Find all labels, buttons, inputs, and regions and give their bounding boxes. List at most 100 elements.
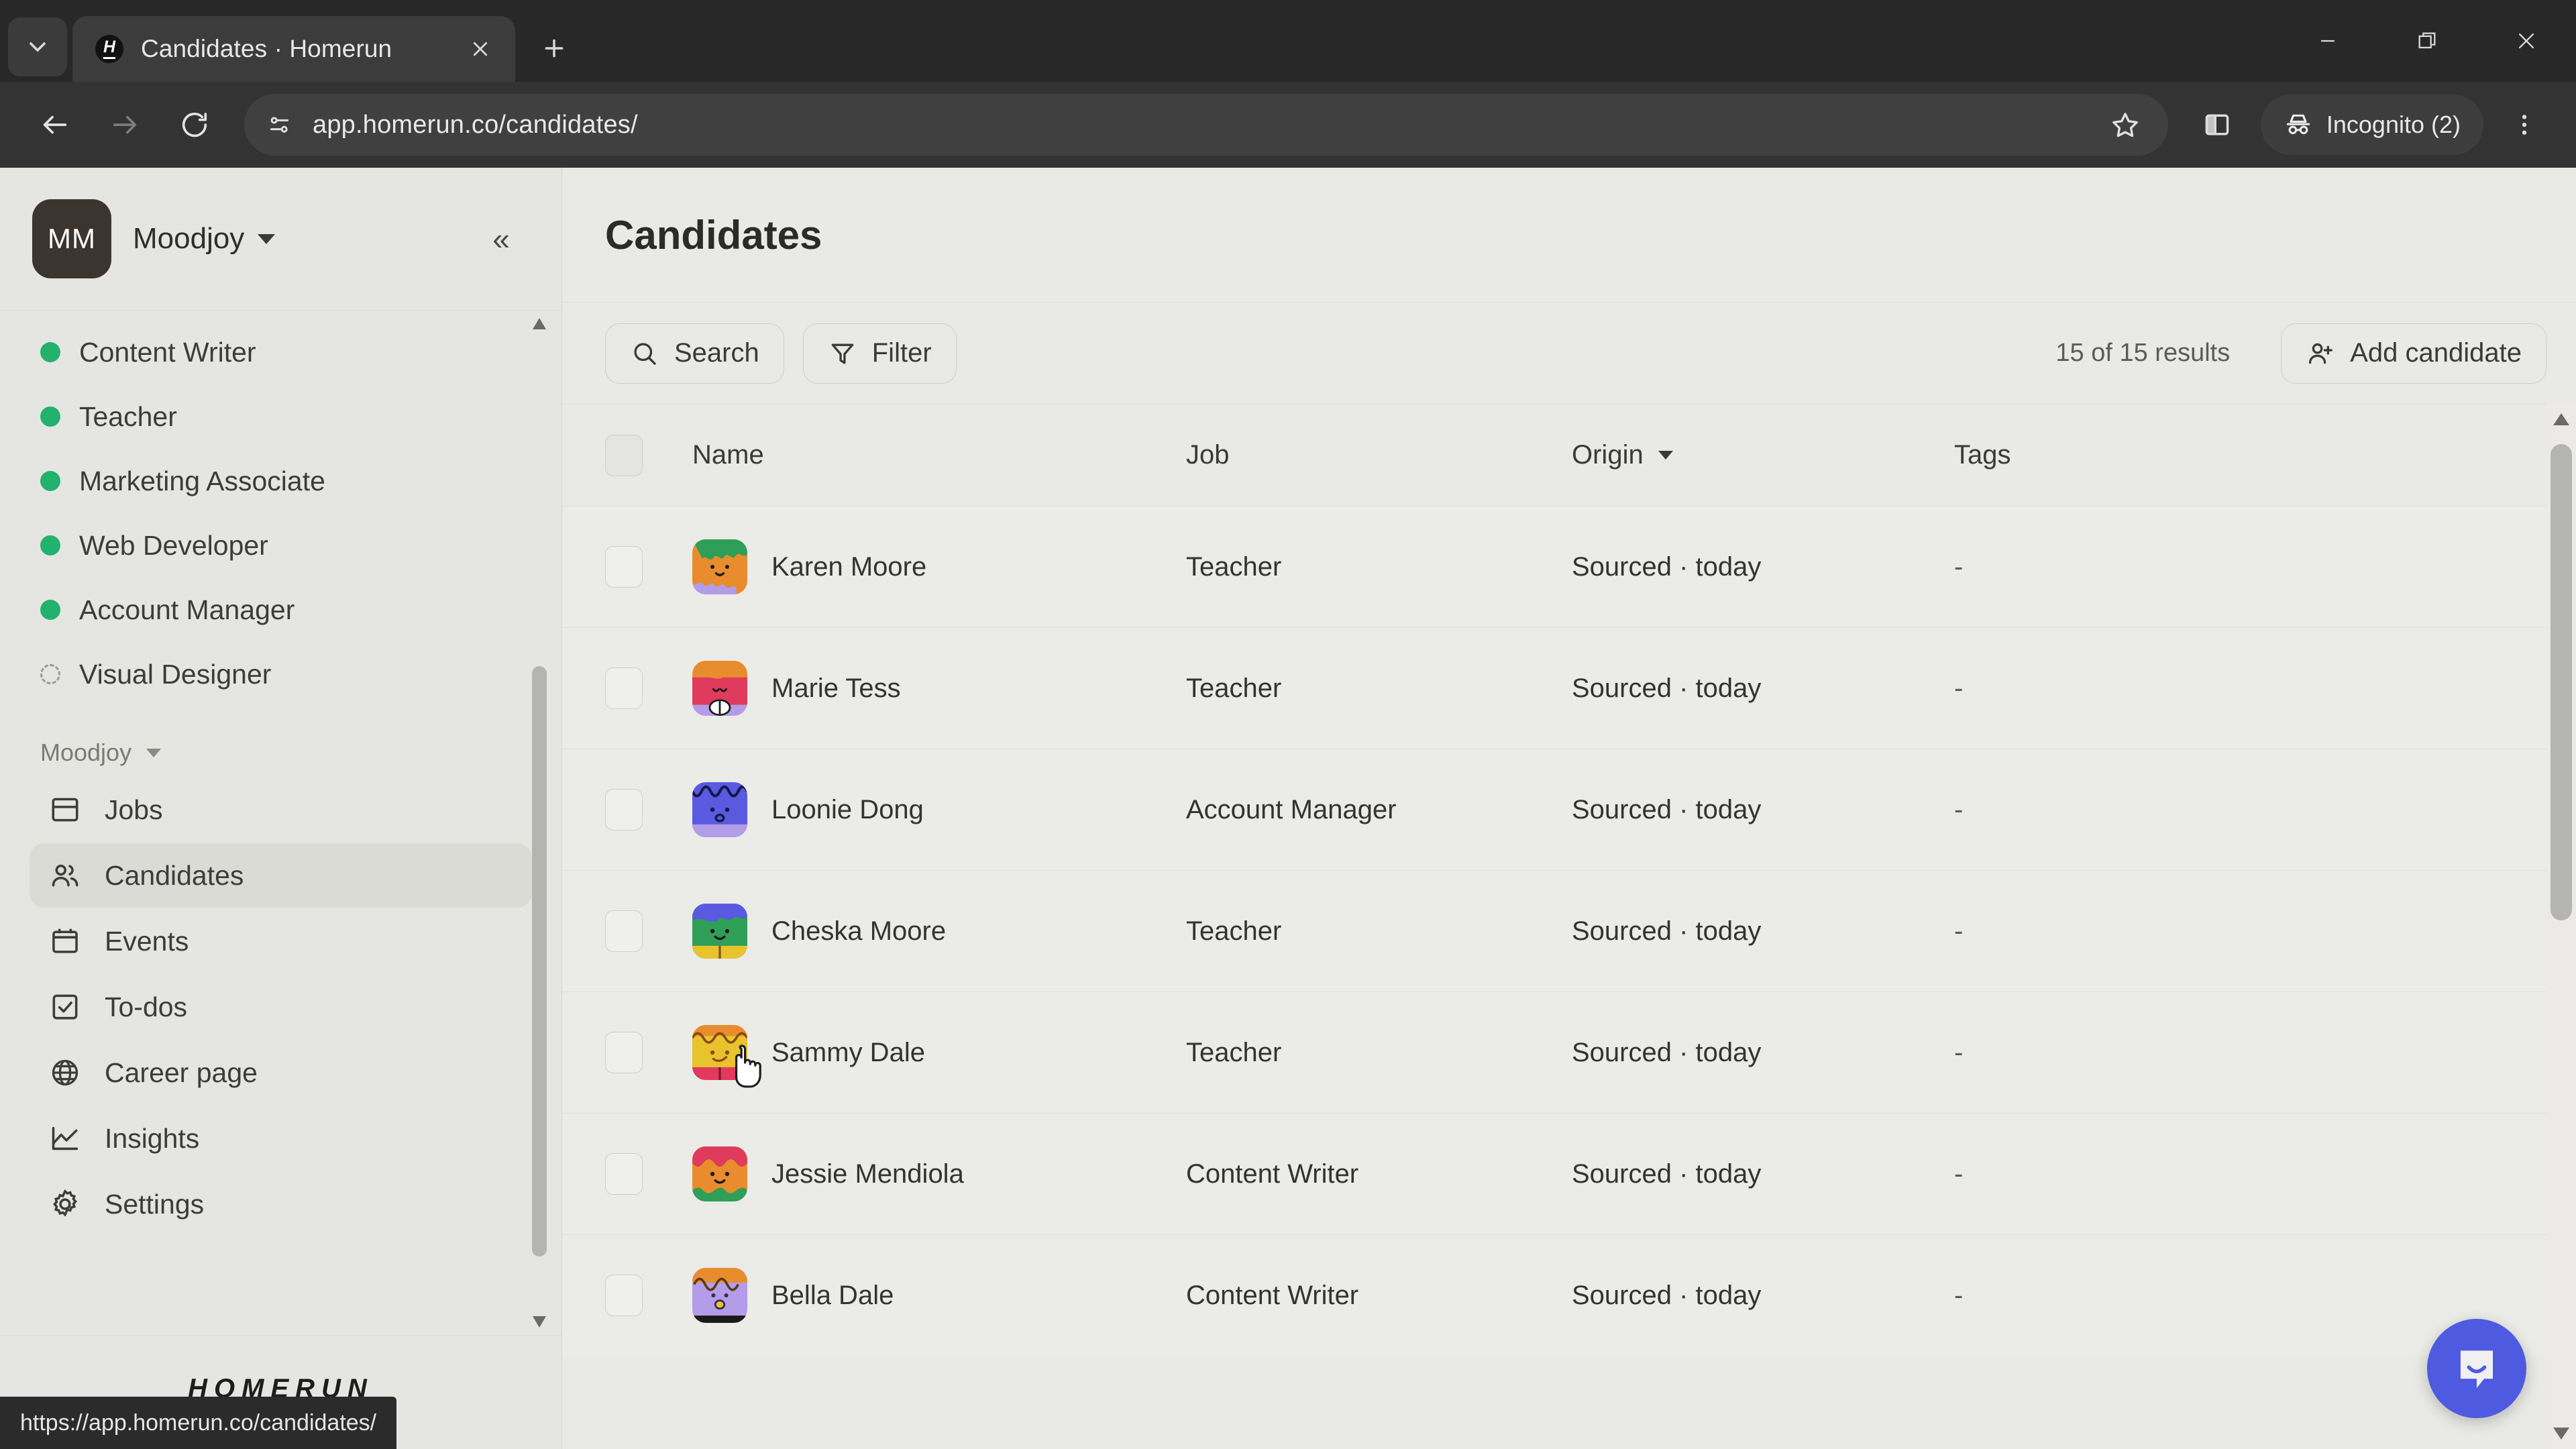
add-candidate-button[interactable]: Add candidate (2281, 323, 2546, 384)
tab-search-button[interactable] (8, 17, 67, 76)
close-window-button[interactable] (2477, 0, 2576, 82)
table-row[interactable]: Karen Moore Teacher Sourced · today - (562, 506, 2546, 627)
table-row[interactable]: Jessie Mendiola Content Writer Sourced ·… (562, 1113, 2546, 1234)
row-checkbox[interactable] (605, 1275, 643, 1316)
column-header-job[interactable]: Job (1186, 440, 1572, 470)
row-checkbox[interactable] (605, 1032, 643, 1073)
collapse-sidebar-button[interactable]: « (473, 211, 529, 267)
column-header-origin[interactable]: Origin (1572, 440, 1954, 470)
sidebar-item-settings[interactable]: Settings (30, 1172, 532, 1236)
table-row[interactable]: Loonie Dong Account Manager Sourced · to… (562, 749, 2546, 870)
sidebar-job-visual-designer[interactable]: Visual Designer (30, 642, 532, 706)
events-icon (48, 924, 82, 958)
table-row[interactable]: Bella Dale Content Writer Sourced · toda… (562, 1234, 2546, 1356)
candidate-name: Loonie Dong (771, 794, 924, 824)
avatar (692, 661, 747, 716)
sidebar-job-label: Content Writer (79, 336, 256, 368)
incognito-profile-button[interactable]: Incognito (2) (2260, 95, 2483, 155)
sidebar: MM Moodjoy « Content Writer Teacher Mark… (0, 168, 562, 1449)
candidate-origin: Sourced · today (1572, 673, 1762, 703)
row-checkbox[interactable] (605, 667, 643, 709)
sidebar-scrollbar-thumb[interactable] (532, 666, 547, 1256)
sidebar-item-jobs[interactable]: Jobs (30, 777, 532, 842)
search-button[interactable]: Search (605, 323, 784, 384)
browser-tab[interactable]: H Candidates · Homerun (72, 16, 515, 82)
forward-button[interactable] (93, 93, 157, 157)
bookmark-star-icon[interactable] (2100, 99, 2151, 150)
candidate-name: Jessie Mendiola (771, 1159, 964, 1189)
org-name: Moodjoy (133, 222, 245, 255)
sidebar-item-label: Candidates (105, 859, 244, 891)
row-checkbox[interactable] (605, 1153, 643, 1195)
candidate-name: Marie Tess (771, 673, 901, 703)
add-candidate-label: Add candidate (2350, 338, 2522, 368)
table-row[interactable]: Sammy Dale Teacher Sourced · today - (562, 991, 2546, 1113)
candidate-job: Teacher (1186, 916, 1282, 946)
status-dot-published-icon (40, 407, 60, 427)
sidebar-item-todos[interactable]: To-dos (30, 975, 532, 1039)
sidebar-job-teacher[interactable]: Teacher (30, 384, 532, 449)
sidebar-job-label: Visual Designer (79, 658, 272, 690)
table-row[interactable]: Marie Tess Teacher Sourced · today - (562, 627, 2546, 749)
sidebar-job-label: Web Developer (79, 529, 268, 561)
back-button[interactable] (23, 93, 87, 157)
sidebar-job-content-writer[interactable]: Content Writer (30, 320, 532, 384)
chat-widget-button[interactable] (2427, 1319, 2526, 1418)
close-tab-button[interactable] (462, 30, 499, 68)
row-checkbox[interactable] (605, 789, 643, 830)
candidate-job: Account Manager (1186, 794, 1397, 824)
candidate-origin: Sourced · today (1572, 916, 1762, 946)
candidate-tags: - (1954, 1037, 1964, 1067)
scroll-down-arrow-icon[interactable] (2553, 1428, 2569, 1440)
scroll-up-arrow-icon[interactable] (533, 316, 546, 329)
sidebar-item-candidates[interactable]: Candidates (30, 843, 532, 908)
candidate-tags: - (1954, 551, 1964, 582)
column-header-tags[interactable]: Tags (1954, 440, 2546, 470)
status-bar-url: https://app.homerun.co/candidates/ (0, 1397, 397, 1449)
avatar (692, 782, 747, 837)
chrome-menu-button[interactable] (2496, 96, 2553, 154)
sidebar-job-marketing-associate[interactable]: Marketing Associate (30, 449, 532, 513)
candidate-job: Teacher (1186, 673, 1282, 703)
candidate-tags: - (1954, 916, 1964, 946)
sidebar-item-events[interactable]: Events (30, 909, 532, 973)
status-dot-published-icon (40, 342, 60, 362)
table-scrollbar[interactable] (2546, 404, 2576, 1449)
sidebar-item-career-page[interactable]: Career page (30, 1040, 532, 1105)
sidebar-job-label: Account Manager (79, 594, 295, 625)
content-toolbar: Search Filter 15 of 15 results Add candi… (562, 302, 2576, 404)
side-panel-button[interactable] (2188, 96, 2246, 154)
sidebar-scroll-area: Content Writer Teacher Marketing Associa… (0, 310, 561, 1335)
filter-button[interactable]: Filter (802, 323, 957, 384)
sidebar-scrollbar[interactable] (532, 311, 547, 1335)
status-dot-draft-icon (40, 664, 60, 684)
maximize-button[interactable] (2377, 0, 2477, 82)
table-scrollbar-thumb[interactable] (2551, 444, 2572, 920)
column-header-name[interactable]: Name (692, 440, 764, 470)
candidate-origin: Sourced · today (1572, 1159, 1762, 1189)
column-header-origin-label: Origin (1572, 440, 1644, 470)
row-checkbox[interactable] (605, 546, 643, 588)
reload-button[interactable] (162, 93, 227, 157)
select-all-checkbox[interactable] (605, 434, 643, 476)
scroll-up-arrow-icon[interactable] (2553, 413, 2569, 425)
sidebar-job-account-manager[interactable]: Account Manager (30, 578, 532, 642)
sidebar-item-insights[interactable]: Insights (30, 1106, 532, 1171)
organization-switcher[interactable]: MM Moodjoy (32, 199, 451, 278)
candidate-origin: Sourced · today (1572, 1037, 1762, 1067)
row-checkbox[interactable] (605, 910, 643, 952)
filter-button-label: Filter (871, 338, 932, 368)
candidate-name: Sammy Dale (771, 1037, 925, 1067)
sidebar-job-web-developer[interactable]: Web Developer (30, 513, 532, 578)
avatar (692, 1025, 747, 1080)
sidebar-section-header[interactable]: Moodjoy (40, 739, 532, 767)
table-row[interactable]: Cheska Moore Teacher Sourced · today - (562, 870, 2546, 991)
minimize-button[interactable] (2278, 0, 2377, 82)
candidates-icon (48, 859, 82, 892)
address-bar[interactable]: app.homerun.co/candidates/ (244, 94, 2168, 156)
site-settings-icon[interactable] (264, 109, 295, 140)
new-tab-button[interactable] (529, 23, 580, 74)
candidate-name: Cheska Moore (771, 916, 947, 946)
scroll-down-arrow-icon[interactable] (533, 1316, 546, 1330)
candidate-origin: Sourced · today (1572, 1280, 1762, 1310)
